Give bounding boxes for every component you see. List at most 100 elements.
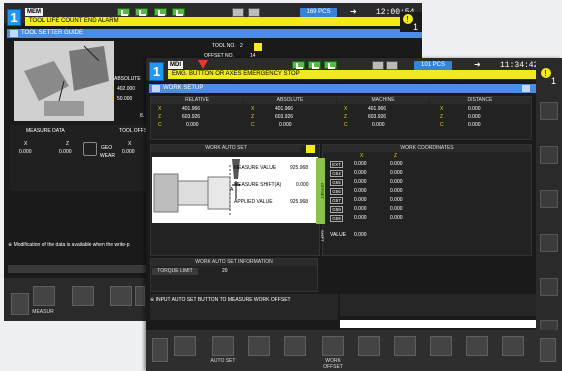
svg-text:1: 1: [413, 22, 418, 32]
softkey-prev[interactable]: [11, 293, 29, 315]
side-key-2[interactable]: [540, 146, 558, 164]
back-info-panel: ! 1: [400, 12, 422, 32]
display-icon[interactable]: [248, 8, 260, 17]
cycle-start-icon[interactable]: [292, 61, 305, 69]
applied-value: 925.968: [290, 199, 309, 205]
wc-g58-z: 0.000: [390, 206, 403, 212]
wc-g55-x: 0.000: [354, 179, 367, 185]
piece-count-badge: 169 PCS: [300, 8, 337, 17]
auto-set-softkey-label: AUTO SET: [210, 358, 236, 364]
optional-stop-icon[interactable]: [172, 8, 185, 16]
geo-x-label: X: [128, 141, 132, 147]
side-key-5[interactable]: [540, 278, 558, 296]
softkey-3[interactable]: [248, 336, 270, 356]
softkey-1[interactable]: [174, 336, 196, 356]
abs-z-value: 603.926: [275, 114, 294, 120]
wc-code-g56[interactable]: G56: [330, 188, 343, 195]
emergency-icon: [198, 60, 208, 69]
measure-value: 925.968: [290, 165, 309, 171]
work-auto-set-title: WORK AUTO SET: [151, 145, 301, 152]
channel-indicator: 1: [149, 62, 164, 81]
tool-setter-illustration: [14, 41, 114, 121]
softkey-3[interactable]: [110, 286, 132, 306]
dist-c-value: 0.000: [468, 122, 481, 128]
rel-x-value: 401.966: [182, 106, 201, 112]
info-panel: ! 1: [538, 66, 560, 88]
softkey-prev[interactable]: [152, 338, 168, 362]
work-offset-softkey[interactable]: [322, 336, 344, 356]
edit-icon[interactable]: [306, 145, 315, 153]
wc-g54-x: 0.000: [354, 170, 367, 176]
offset-vertical-label: OFFSET: [316, 158, 325, 224]
wc-g57-z: 0.000: [390, 197, 403, 203]
wc-code-g59[interactable]: G59: [330, 215, 343, 222]
wc-g57-x: 0.000: [354, 197, 367, 203]
tool-no-value: 2: [240, 43, 243, 49]
info-warning-icon[interactable]: !1: [400, 12, 422, 34]
abs-z-label: Z: [111, 96, 115, 102]
geo-label: GEO: [101, 145, 113, 151]
side-key-1[interactable]: [540, 102, 558, 120]
input-line[interactable]: [340, 320, 536, 328]
edit-icon[interactable]: [254, 43, 262, 51]
dist-z-value: 0.000: [468, 114, 481, 120]
auto-set-info-title: WORK AUTO SET INFORMATION: [151, 259, 317, 266]
settings-icon[interactable]: [522, 85, 530, 92]
feed-hold-icon[interactable]: [135, 8, 148, 16]
dist-c-label: C: [440, 122, 444, 128]
dist-z-label: Z: [440, 114, 444, 120]
tool-no-label: TOOL NO.: [212, 43, 236, 49]
transfer-icon[interactable]: [83, 142, 97, 156]
side-key-3[interactable]: [540, 190, 558, 208]
feed-hold-icon[interactable]: [308, 61, 321, 69]
abs-c-label: C: [251, 122, 255, 128]
softkey-4[interactable]: [135, 286, 145, 306]
wc-code-g55[interactable]: G55: [330, 179, 343, 186]
wc-code-g58[interactable]: G58: [330, 206, 343, 213]
distance-header: DISTANCE: [430, 97, 530, 104]
svg-text:!: !: [407, 15, 409, 24]
softkey-next[interactable]: [540, 338, 556, 362]
mach-c-value: 0.000: [372, 122, 385, 128]
wc-code-g54[interactable]: G54: [330, 170, 343, 177]
softkey-9[interactable]: [466, 336, 488, 356]
wc-code-ext[interactable]: EXT: [330, 161, 343, 168]
single-block-icon[interactable]: [324, 61, 337, 69]
softkey-7[interactable]: [394, 336, 416, 356]
mach-x-value: 401.966: [368, 106, 387, 112]
softkey-6[interactable]: [358, 336, 380, 356]
wc-code-g57[interactable]: G57: [330, 197, 343, 204]
info-warning-icon[interactable]: !1: [538, 66, 560, 88]
display-icon[interactable]: [386, 61, 398, 70]
relative-header: RELATIVE: [151, 97, 243, 104]
cycle-start-icon[interactable]: [117, 8, 130, 16]
softkey-8[interactable]: [430, 336, 452, 356]
wc-g59-x: 0.000: [354, 215, 367, 221]
mach-z-label: Z: [344, 114, 348, 120]
work-coordinates-title: WORK COORDINATES: [323, 145, 531, 152]
work-icon: [152, 85, 160, 92]
wear-label: WEAR: [100, 153, 115, 159]
geo-x-value: 0.000: [122, 149, 135, 155]
single-block-icon[interactable]: [154, 8, 167, 16]
page-title: WORK SETUP: [149, 84, 536, 93]
shift-vertical-label: SHIFT: [320, 230, 325, 242]
softkey-10[interactable]: [502, 336, 524, 356]
page-title-text: TOOL SETTER GUIDE: [21, 30, 84, 36]
softkey-2[interactable]: [72, 286, 94, 306]
side-key-4[interactable]: [540, 234, 558, 252]
measure-softkey[interactable]: [33, 286, 55, 306]
torque-limit-label: TORQUE LIMIT: [152, 268, 198, 275]
wc-z-header: Z: [394, 153, 398, 159]
measure-shift-label: MEASURE SHIFT(A): [234, 182, 282, 188]
measure-value-label: MEASURE VALUE: [234, 165, 277, 171]
wc-g58-x: 0.000: [354, 206, 367, 212]
keyboard-icon[interactable]: [232, 8, 244, 17]
softkey-4[interactable]: [284, 336, 306, 356]
channel-indicator: 1: [7, 9, 21, 26]
keyboard-icon[interactable]: [372, 61, 384, 70]
tool-setter-drawing: [14, 41, 114, 121]
input-line[interactable]: [8, 265, 148, 273]
auto-set-softkey[interactable]: [212, 336, 234, 356]
md-x-value: 0.000: [19, 149, 32, 155]
